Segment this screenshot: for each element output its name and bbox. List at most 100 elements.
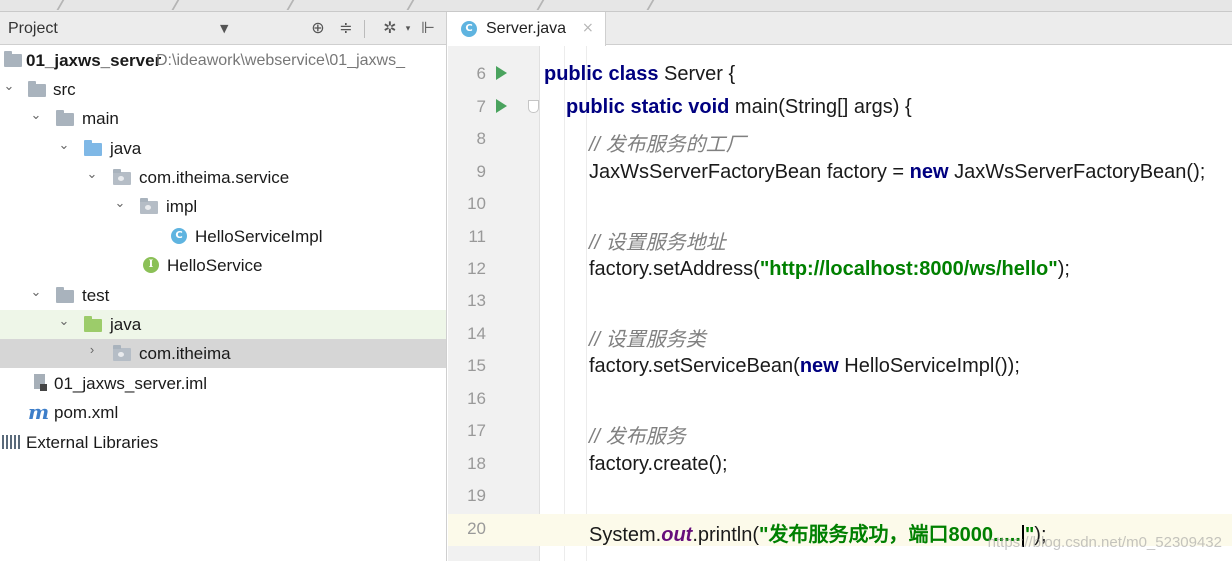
project-panel: Project ▼ ⊕ ≑ ✲ ▾ ⊩ 01_jaxws_server D:\i… <box>0 12 447 561</box>
class-icon: C <box>461 21 477 37</box>
watermark: https://blog.csdn.net/m0_52309432 <box>987 534 1222 551</box>
line-number: 19 <box>467 486 486 505</box>
code-text: JaxWsServerFactoryBean factory = <box>589 161 910 183</box>
module-folder-icon <box>4 51 22 67</box>
gear-icon[interactable]: ✲ <box>380 18 400 37</box>
line-number: 8 <box>476 129 486 148</box>
chevron-down-icon[interactable]: ▼ <box>220 22 228 35</box>
string-literal: "http://localhost:8000/ws/hello" <box>759 258 1058 280</box>
line-number: 20 <box>467 519 486 538</box>
line-number: 18 <box>467 454 486 473</box>
code-comment: // 发布服务 <box>589 426 686 448</box>
chevron-right-icon[interactable]: › <box>85 342 99 357</box>
line-number: 6 <box>476 64 486 83</box>
run-icon[interactable] <box>496 66 507 80</box>
tree-item-package[interactable]: ⌄ com.itheima.service <box>0 163 446 192</box>
static-field: out <box>661 524 693 546</box>
keyword: new <box>799 355 839 377</box>
code-line[interactable]: 6 public class Server { <box>448 59 1232 91</box>
tree-item-label: 01_jaxws_server <box>26 51 162 70</box>
line-number: 7 <box>476 97 486 116</box>
tree-item-label: impl <box>166 197 198 216</box>
gear-dropdown-icon[interactable]: ▾ <box>398 24 418 34</box>
tree-item-main[interactable]: ⌄ main <box>0 104 446 133</box>
line-number: 13 <box>467 291 486 310</box>
hide-panel-icon[interactable]: ⊩ <box>418 18 438 37</box>
chevron-down-icon[interactable]: ⌄ <box>29 284 43 300</box>
fold-icon[interactable] <box>528 100 539 113</box>
scroll-from-source-icon[interactable]: ⊕ <box>308 18 328 37</box>
tree-item-label: java <box>110 139 142 158</box>
code-editor: C Server.java × 6 public class Server { … <box>448 12 1232 561</box>
tree-item-test[interactable]: ⌄ test <box>0 281 446 310</box>
package-icon <box>113 345 131 361</box>
code-text: ); <box>1057 258 1070 280</box>
code-line[interactable]: 7 public static void main(String[] args)… <box>448 92 1232 124</box>
code-comment: // 发布服务的工厂 <box>589 134 746 156</box>
iml-file-icon <box>32 374 48 392</box>
line-number: 12 <box>467 259 486 278</box>
tree-item-helloservice[interactable]: I HelloService <box>0 251 446 280</box>
code-comment: // 设置服务地址 <box>589 232 726 254</box>
code-text: factory.setAddress( <box>589 258 760 280</box>
line-number: 14 <box>467 324 486 343</box>
code-text: factory.create(); <box>589 453 728 475</box>
chevron-down-icon[interactable]: ⌄ <box>57 313 71 329</box>
code-text: JaxWsServerFactoryBean(); <box>948 161 1206 183</box>
folder-icon <box>56 287 74 303</box>
tree-item-label: java <box>110 315 142 334</box>
chevron-down-icon[interactable]: ⌄ <box>57 137 71 153</box>
collapse-all-icon[interactable]: ≑ <box>336 18 356 37</box>
module-path: D:\ideawork\webservice\01_jaxws_ <box>156 52 405 69</box>
code-line[interactable]: 14 // 设置服务类 <box>448 319 1232 351</box>
chevron-down-icon[interactable]: ⌄ <box>2 78 16 94</box>
tree-item-iml[interactable]: 01_jaxws_server.iml <box>0 369 446 398</box>
tree-item-external-libraries[interactable]: External Libraries <box>0 428 446 457</box>
code-line[interactable]: 19 <box>448 481 1232 513</box>
tab-server-java[interactable]: C Server.java × <box>448 12 606 46</box>
tree-item-label: HelloService <box>167 256 263 275</box>
tree-item-java[interactable]: ⌄ java <box>0 134 446 163</box>
editor-tab-bar: C Server.java × <box>448 12 1232 46</box>
tree-item-pom[interactable]: m pom.xml <box>0 398 446 427</box>
keyword: new <box>909 161 949 183</box>
code-line[interactable]: 11 // 设置服务地址 <box>448 222 1232 254</box>
code-text: Server { <box>658 63 736 85</box>
line-number: 17 <box>467 421 486 440</box>
code-text: HelloServiceImpl()); <box>838 355 1020 377</box>
tree-item-src[interactable]: ⌄ src <box>0 75 446 104</box>
code-line[interactable]: 10 <box>448 189 1232 221</box>
tree-item-label: External Libraries <box>26 433 159 452</box>
tree-item-test-java[interactable]: ⌄ java <box>0 310 446 339</box>
tree-item-label: src <box>53 80 76 99</box>
line-number: 16 <box>467 389 486 408</box>
code-comment: // 设置服务类 <box>589 329 706 351</box>
code-line[interactable]: 9 JaxWsServerFactoryBean factory = new J… <box>448 157 1232 189</box>
tree-item-label: com.itheima <box>139 344 231 363</box>
chevron-down-icon[interactable]: ⌄ <box>85 166 99 182</box>
code-line[interactable]: 13 <box>448 286 1232 318</box>
tree-item-com-itheima[interactable]: › com.itheima <box>0 339 446 368</box>
class-icon: C <box>171 228 187 244</box>
chevron-down-icon[interactable]: ⌄ <box>29 107 43 123</box>
chevron-down-icon[interactable]: ⌄ <box>113 195 127 211</box>
code-line[interactable]: 18 factory.create(); <box>448 449 1232 481</box>
tree-item-module[interactable]: 01_jaxws_server D:\ideawork\webservice\0… <box>0 46 446 75</box>
code-line[interactable]: 15 factory.setServiceBean(new HelloServi… <box>448 351 1232 383</box>
code-line[interactable]: 12 factory.setAddress("http://localhost:… <box>448 254 1232 286</box>
keyword: public class <box>544 63 659 85</box>
keyword: public static void <box>566 96 730 118</box>
line-number: 10 <box>467 194 486 213</box>
run-icon[interactable] <box>496 99 507 113</box>
folder-icon <box>28 81 46 97</box>
header-divider <box>364 20 365 38</box>
code-line[interactable]: 17 // 发布服务 <box>448 416 1232 448</box>
close-icon[interactable]: × <box>582 20 594 36</box>
tree-item-helloserviceimpl[interactable]: C HelloServiceImpl <box>0 222 446 251</box>
tree-item-impl[interactable]: ⌄ impl <box>0 192 446 221</box>
project-view-selector[interactable]: Project <box>8 20 58 38</box>
code-line[interactable]: 16 <box>448 384 1232 416</box>
line-number: 9 <box>476 162 486 181</box>
interface-icon: I <box>143 257 159 273</box>
code-line[interactable]: 8 // 发布服务的工厂 <box>448 124 1232 156</box>
